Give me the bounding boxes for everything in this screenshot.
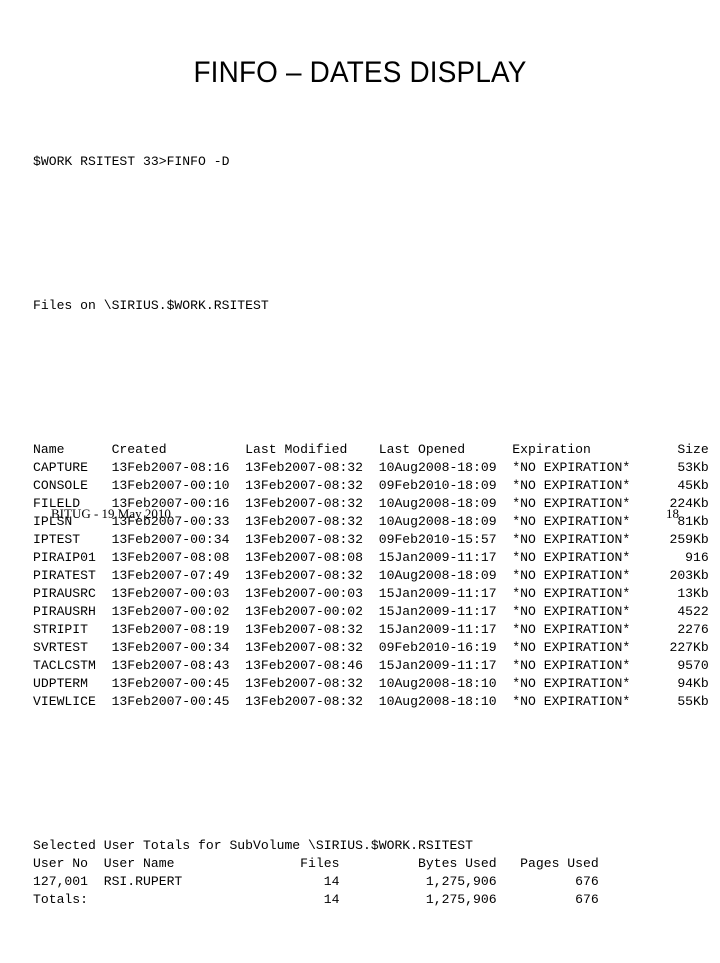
table-row: CONSOLE 13Feb2007-00:10 13Feb2007-08:32 …: [33, 478, 709, 493]
terminal-blank-line-2: [33, 369, 705, 387]
table-row: PIRAIP01 13Feb2007-08:08 13Feb2007-08:08…: [33, 550, 709, 565]
footer-conference-label: BITUG - 19 May 2010: [51, 506, 171, 521]
table-row: SVRTEST 13Feb2007-00:34 13Feb2007-08:32 …: [33, 640, 709, 655]
user-totals-heading: Selected User Totals for SubVolume \SIRI…: [33, 838, 474, 853]
terminal-prompt-line: $WORK RSITEST 33>FINFO -D: [33, 154, 230, 169]
slide-canvas: FINFO – DATES DISPLAY $WORK RSITEST 33>F…: [0, 0, 720, 907]
file-table-header-row: Name Created Last Modified Last Opened E…: [33, 442, 709, 457]
table-row: CAPTURE 13Feb2007-08:16 13Feb2007-08:32 …: [33, 460, 709, 475]
slide-footer: BITUG - 19 May 2010 18: [0, 505, 720, 527]
table-row: STRIPIT 13Feb2007-08:19 13Feb2007-08:32 …: [33, 622, 709, 637]
table-row: TACLCSTM 13Feb2007-08:43 13Feb2007-08:46…: [33, 658, 709, 673]
file-listing-table: Name Created Last Modified Last Opened E…: [33, 441, 709, 711]
terminal-blank-line-3: [33, 765, 705, 783]
table-row: PIRAUSRC 13Feb2007-00:03 13Feb2007-00:03…: [33, 586, 709, 601]
table-row: IPTEST 13Feb2007-00:34 13Feb2007-08:32 0…: [33, 532, 709, 547]
table-row: PIRAUSRH 13Feb2007-00:02 13Feb2007-00:02…: [33, 604, 709, 619]
user-totals-header-row: User No User Name Files Bytes Used Pages…: [33, 856, 599, 871]
terminal-output: $WORK RSITEST 33>FINFO -D Files on \SIRI…: [33, 99, 709, 963]
page-title: FINFO – DATES DISPLAY: [193, 56, 527, 89]
user-totals-table: Selected User Totals for SubVolume \SIRI…: [33, 837, 705, 909]
table-row: PIRATEST 13Feb2007-07:49 13Feb2007-08:32…: [33, 568, 709, 583]
table-row: 127,001 RSI.RUPERT 14 1,275,906 676: [33, 874, 599, 889]
page-number: 18: [666, 506, 679, 521]
terminal-blank-line-1: [33, 225, 705, 243]
table-row: Totals: 14 1,275,906 676: [33, 892, 599, 907]
terminal-files-on-line: Files on \SIRIUS.$WORK.RSITEST: [33, 298, 269, 313]
table-row: VIEWLICE 13Feb2007-00:45 13Feb2007-08:32…: [33, 694, 709, 709]
table-row: UDPTERM 13Feb2007-00:45 13Feb2007-08:32 …: [33, 676, 709, 691]
